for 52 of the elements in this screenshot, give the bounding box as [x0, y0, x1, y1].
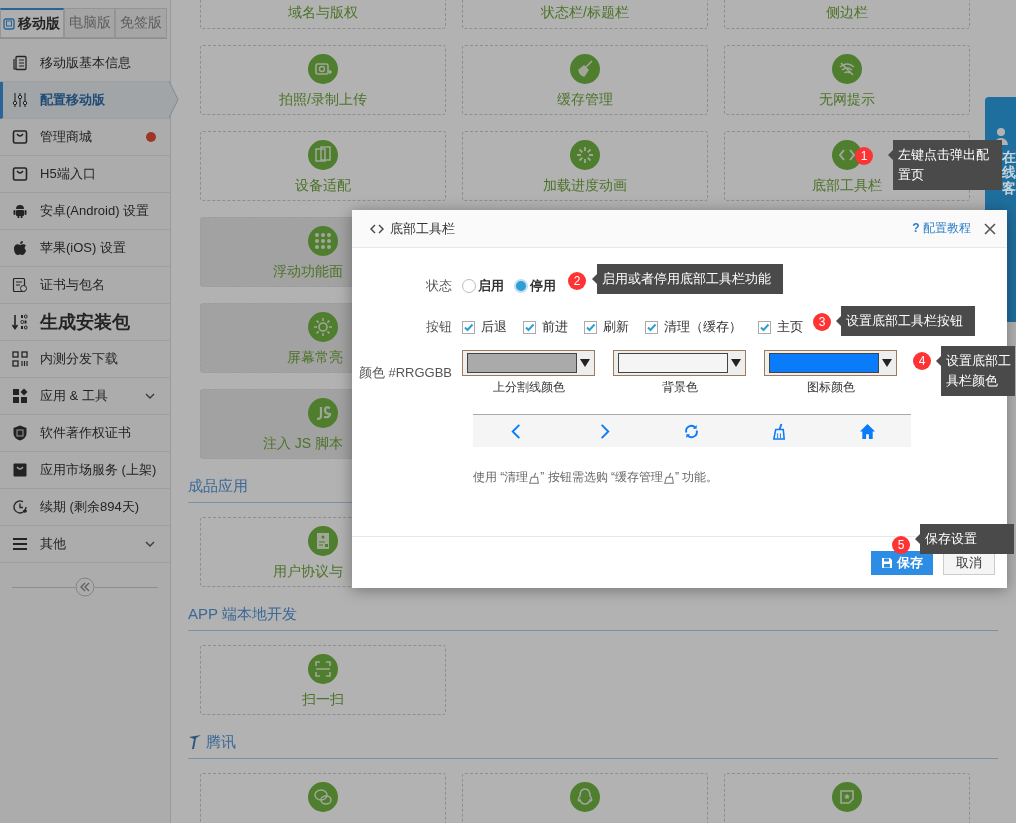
card-label: 设备适配	[295, 177, 351, 195]
card-label: 加载进度动画	[543, 177, 627, 195]
tooltip: 启用或者停用底部工具栏功能	[592, 264, 783, 294]
status-radio[interactable]: 停用	[514, 277, 556, 295]
note-text: 使用 “清理	[473, 469, 529, 486]
sidebar-item[interactable]: 续期 (剩余894天)	[0, 489, 170, 526]
card-label: 拍照/录制上传	[279, 91, 367, 109]
sidebar-item[interactable]: 应用 & 工具	[0, 378, 170, 415]
card-label: 底部工具栏	[812, 177, 882, 195]
card-label: 扫一扫	[302, 691, 344, 709]
help-link[interactable]: ? 配置教程	[912, 220, 971, 237]
note-text: ” 按钮需选购 “缓存管理	[540, 469, 663, 486]
section-title: 成品应用	[188, 476, 248, 496]
sidebar-item[interactable]: 证书与包名	[0, 267, 170, 304]
tooltip: 设置底部工具栏按钮	[836, 306, 975, 336]
tooltip: 设置底部工具栏颜色	[936, 346, 1015, 396]
button-checkbox[interactable]: 清理（缓存）	[645, 318, 742, 336]
color-caption: 图标颜色	[806, 379, 855, 396]
tooltip: 保存设置	[915, 524, 1014, 554]
service-label[interactable]: 在线客	[1002, 150, 1016, 197]
sidebar-item[interactable]: 安卓(Android) 设置	[0, 193, 170, 230]
color-caption: 上分割线颜色	[492, 379, 565, 396]
version-tab[interactable]: 移动版	[0, 8, 64, 38]
status-radio[interactable]: 启用	[462, 277, 504, 295]
card-label: 无网提示	[819, 91, 875, 109]
tooltip: 左键点击弹出配置页	[888, 140, 1002, 190]
card-label: 侧边栏	[826, 4, 868, 22]
card-label: 注入 JS 脚本	[261, 435, 344, 453]
button-checkbox[interactable]: 后退	[462, 318, 507, 336]
card-label: 屏幕常亮	[286, 349, 344, 367]
sidebar-item[interactable]: 应用市场服务 (上架)	[0, 452, 170, 489]
color-caption: 背景色	[661, 379, 698, 396]
card-label: 浮动功能面	[272, 263, 344, 281]
section-title: APP 端本地开发	[188, 604, 297, 624]
sidebar-item[interactable]: 其他	[0, 526, 170, 563]
sidebar-item[interactable]: 软件著作权证书	[0, 415, 170, 452]
button-checkbox[interactable]: 前进	[523, 318, 568, 336]
sidebar-item[interactable]: 内测分发下载	[0, 341, 170, 378]
section-title: 腾讯	[206, 732, 236, 752]
card-label: 状态栏/标题栏	[541, 4, 629, 22]
sidebar-item[interactable]: 管理商城	[0, 119, 170, 156]
sidebar-item[interactable]: H5端入口	[0, 156, 170, 193]
button-checkbox[interactable]: 主页	[758, 318, 803, 336]
button-checkbox[interactable]: 刷新	[584, 318, 629, 336]
save-button[interactable]: 保存	[871, 550, 933, 575]
sidebar-item[interactable]: 生成安装包	[0, 304, 170, 341]
step-badge: 1	[855, 147, 873, 165]
card-label: 域名与版权	[288, 4, 358, 22]
sidebar-item[interactable]: 苹果(iOS) 设置	[0, 230, 170, 267]
card-label: 用户协议与	[272, 563, 344, 581]
note-text: ” 功能。	[675, 469, 719, 486]
card-label: 缓存管理	[557, 91, 613, 109]
